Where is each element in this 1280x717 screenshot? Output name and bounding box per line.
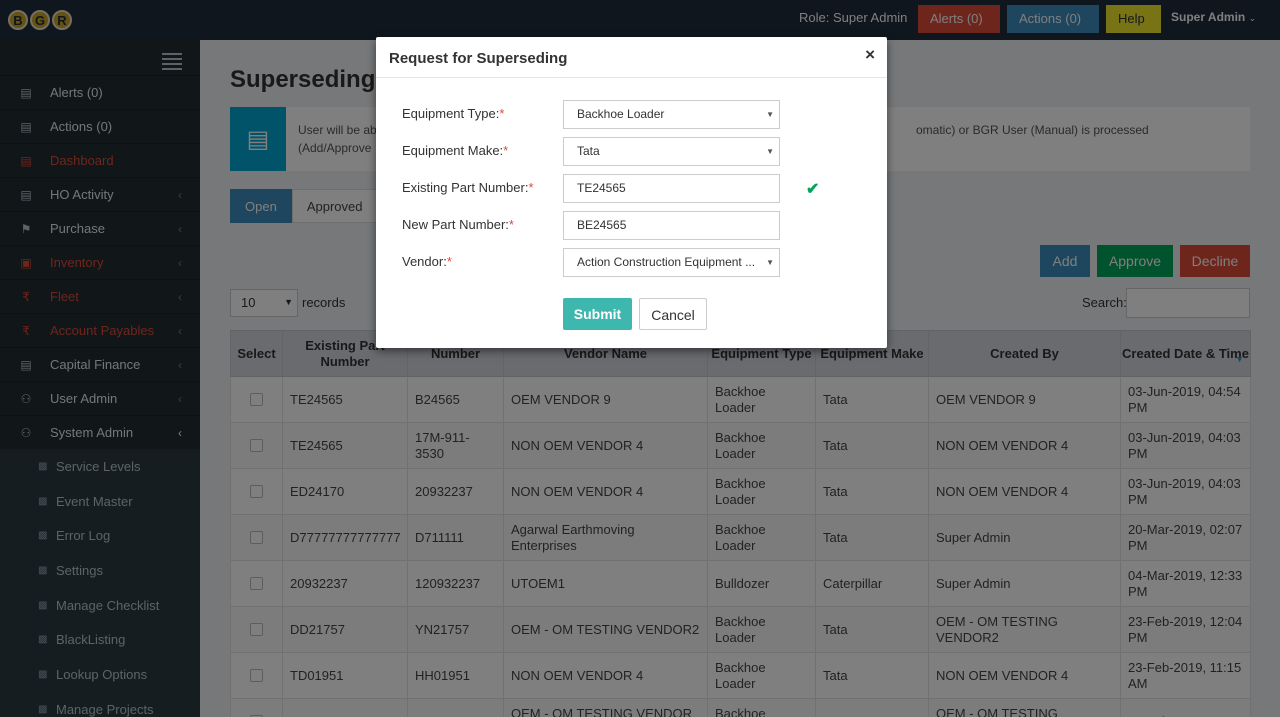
new-part-number-value: BE24565	[577, 218, 627, 232]
caret-down-icon: ▼	[766, 110, 774, 119]
existing-part-number-input[interactable]: TE24565	[563, 174, 780, 203]
caret-down-icon: ▼	[766, 147, 774, 156]
cancel-button[interactable]: Cancel	[639, 298, 707, 330]
equipment-type-value: Backhoe Loader	[577, 107, 665, 121]
form-row-new-part-number: New Part Number:* BE24565	[376, 211, 887, 241]
existing-part-number-label: Existing Part Number:*	[402, 180, 534, 195]
new-part-number-label: New Part Number:*	[402, 217, 514, 232]
field-label-text: Existing Part Number:	[402, 180, 529, 195]
equipment-make-value: Tata	[577, 144, 600, 158]
field-label-text: Vendor:	[402, 254, 447, 269]
vendor-label: Vendor:*	[402, 254, 452, 269]
new-part-number-input[interactable]: BE24565	[563, 211, 780, 240]
field-label-text: Equipment Make:	[402, 143, 504, 158]
form-row-vendor: Vendor:* Action Construction Equipment .…	[376, 248, 887, 278]
field-label-text: Equipment Type:	[402, 106, 500, 121]
vendor-value: Action Construction Equipment ...	[577, 255, 756, 269]
equipment-type-select[interactable]: Backhoe Loader ▼	[563, 100, 780, 129]
field-label-text: New Part Number:	[402, 217, 509, 232]
modal-title: Request for Superseding	[389, 50, 568, 67]
equipment-make-label: Equipment Make:*	[402, 143, 508, 158]
required-mark: *	[528, 180, 534, 195]
caret-down-icon: ▼	[766, 258, 774, 267]
vendor-select[interactable]: Action Construction Equipment ... ▼	[563, 248, 780, 277]
required-mark: *	[508, 217, 514, 232]
submit-button[interactable]: Submit	[563, 298, 632, 330]
existing-part-number-value: TE24565	[577, 181, 626, 195]
checkmark-icon: ✔	[806, 181, 820, 198]
equipment-make-select[interactable]: Tata ▼	[563, 137, 780, 166]
close-icon[interactable]: ×	[865, 45, 875, 65]
required-mark: *	[503, 143, 509, 158]
modal-header: Request for Superseding ×	[376, 37, 887, 78]
form-row-existing-part-number: Existing Part Number:* TE24565 ✔	[376, 174, 887, 204]
form-row-equipment-type: Equipment Type:* Backhoe Loader ▼	[376, 100, 887, 130]
form-row-equipment-make: Equipment Make:* Tata ▼	[376, 137, 887, 167]
required-mark: *	[499, 106, 505, 121]
required-mark: *	[446, 254, 452, 269]
equipment-type-label: Equipment Type:*	[402, 106, 504, 121]
superseding-request-modal: Request for Superseding × Equipment Type…	[376, 37, 887, 348]
